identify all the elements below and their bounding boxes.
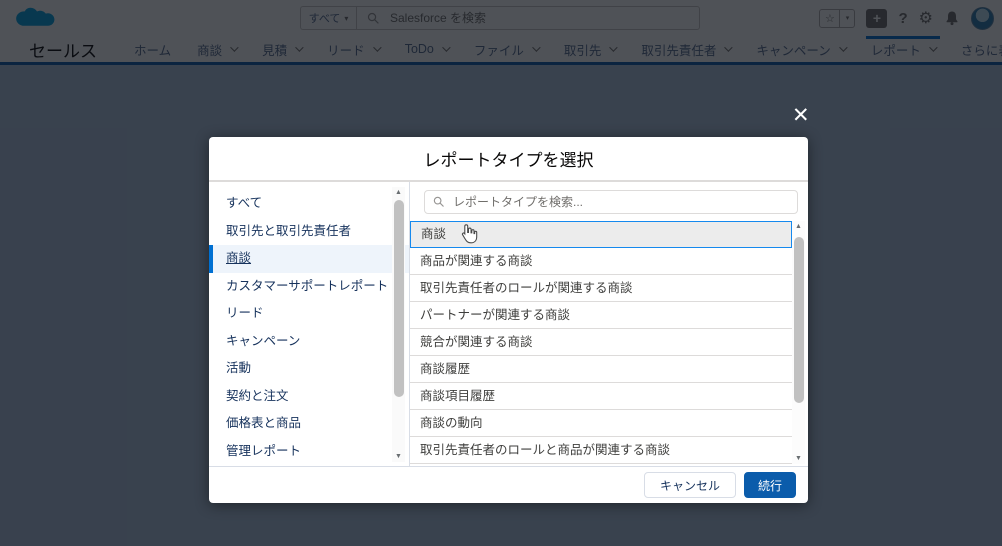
category-pricebooks-products[interactable]: 価格表と商品 (209, 410, 409, 438)
report-type-row[interactable]: 競合が関連する商談 (410, 329, 792, 356)
report-type-row[interactable]: パートナーが関連する商談 (410, 302, 792, 329)
modal-footer: キャンセル 続行 (209, 466, 808, 503)
modal-body: すべて 取引先と取引先責任者 商談 カスタマーサポートレポート リード キャンペ… (209, 182, 808, 466)
category-admin-reports[interactable]: 管理レポート (209, 438, 409, 466)
scroll-up-icon[interactable]: ▲ (792, 221, 805, 232)
report-type-row[interactable]: 商談履歴 (410, 356, 792, 383)
category-all[interactable]: すべて (209, 190, 409, 218)
scrollbar-thumb[interactable] (393, 200, 404, 397)
category-leads[interactable]: リード (209, 300, 409, 328)
report-type-list-panel: 商談 商品が関連する商談 取引先責任者のロールが関連する商談 パートナーが関連す… (410, 182, 808, 466)
search-icon (433, 196, 444, 207)
report-type-modal: レポートタイプを選択 すべて 取引先と取引先責任者 商談 カスタマーサポートレポ… (209, 137, 808, 503)
report-type-row-opportunities[interactable]: 商談 (410, 221, 792, 248)
report-type-row[interactable]: 商品が関連する商談 (410, 248, 792, 275)
report-type-row[interactable]: 取引先責任者のロールが関連する商談 (410, 275, 792, 302)
scroll-down-icon[interactable]: ▼ (792, 453, 805, 464)
screen: すべて ▾ ☆ ▾ + ? ⚙ セールス ホーム 商談 見積 (0, 0, 1002, 546)
category-sidebar: すべて 取引先と取引先責任者 商談 カスタマーサポートレポート リード キャンペ… (209, 182, 410, 466)
modal-close-icon[interactable]: ✕ (792, 105, 810, 126)
category-customer-support[interactable]: カスタマーサポートレポート (209, 273, 409, 301)
report-type-row[interactable]: 商談の動向 (410, 410, 792, 437)
scroll-up-icon[interactable]: ▲ (392, 187, 405, 198)
scroll-down-icon[interactable]: ▼ (392, 451, 405, 462)
category-campaigns[interactable]: キャンペーン (209, 328, 409, 356)
report-type-search-box (424, 190, 798, 214)
list-scrollbar[interactable]: ▲ ▼ (792, 221, 805, 464)
scrollbar-thumb[interactable] (793, 237, 804, 403)
sidebar-scrollbar[interactable]: ▲ ▼ (392, 187, 405, 462)
category-opportunities[interactable]: 商談 (209, 245, 409, 273)
report-type-row[interactable]: 取引先責任者のロールと商品が関連する商談 (410, 437, 792, 464)
modal-title: レポートタイプを選択 (423, 151, 594, 170)
report-type-list: 商談 商品が関連する商談 取引先責任者のロールが関連する商談 パートナーが関連す… (410, 221, 792, 464)
report-type-search-input[interactable] (453, 195, 797, 209)
category-accounts-contacts[interactable]: 取引先と取引先責任者 (209, 218, 409, 246)
continue-button[interactable]: 続行 (743, 472, 796, 498)
category-activities[interactable]: 活動 (209, 355, 409, 383)
modal-header: レポートタイプを選択 (209, 137, 808, 182)
report-type-row[interactable]: 商談項目履歴 (410, 383, 792, 410)
category-contracts-orders[interactable]: 契約と注文 (209, 383, 409, 411)
cancel-button[interactable]: キャンセル (643, 472, 736, 498)
